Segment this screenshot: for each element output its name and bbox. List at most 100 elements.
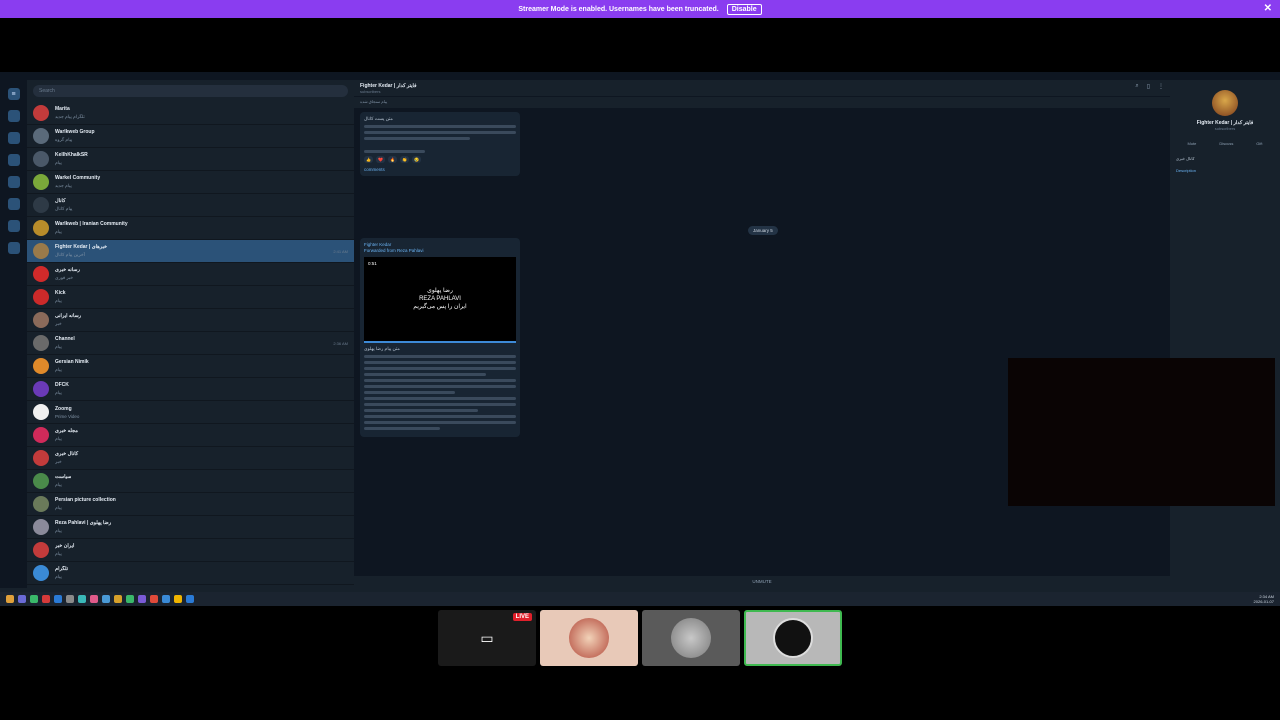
- taskbar-app-icon[interactable]: [78, 595, 86, 603]
- taskbar-app-icon[interactable]: [126, 595, 134, 603]
- chat-avatar: [33, 565, 49, 581]
- forwarded-post[interactable]: Fighter Kedar Forwarded from Reza Pahlav…: [360, 238, 520, 437]
- chat-row[interactable]: Warlkweb Group پیام گروه: [27, 125, 354, 148]
- chat-row[interactable]: Gersian Nimik پیام: [27, 355, 354, 378]
- conversation-pane: Fighter Kedar | فایتر کدار subscribers ⌕…: [354, 80, 1170, 588]
- chat-name: Warlkweb | Iranian Community: [55, 221, 128, 227]
- chat-row[interactable]: Reza Pahlavi | رضا پهلوی پیام: [27, 516, 354, 539]
- screen-share-tile[interactable]: LIVE ▭: [438, 610, 536, 666]
- window-titlebar: [0, 72, 1280, 80]
- folder-icon[interactable]: [7, 132, 20, 144]
- chat-row[interactable]: کانال خبری خبر: [27, 447, 354, 470]
- chat-name: Persian picture collection: [55, 497, 116, 503]
- video-title: رضا پهلوی REZA PAHLAVI ایران را پس می‌گی…: [413, 288, 467, 310]
- chat-row[interactable]: رسانه ایرانی خبر: [27, 309, 354, 332]
- channel-avatar: [1212, 90, 1238, 116]
- comments-link[interactable]: comments: [364, 167, 516, 172]
- taskbar-app-icon[interactable]: [150, 595, 158, 603]
- shared-screen: ≡ Search Marita تلگرام پیام جدید Warlkweb …: [0, 72, 1280, 606]
- video-player[interactable]: 0:51 رضا پهلوی REZA PAHLAVI ایران را پس …: [364, 257, 516, 343]
- reaction-chip[interactable]: 👏: [399, 156, 409, 163]
- taskbar-app-icon[interactable]: [30, 595, 38, 603]
- folder-icon[interactable]: [7, 198, 20, 210]
- taskbar-app-icon[interactable]: [138, 595, 146, 603]
- chat-row[interactable]: ایران خبر پیام: [27, 539, 354, 562]
- chat-avatar: [33, 473, 49, 489]
- taskbar-app-icon[interactable]: [186, 595, 194, 603]
- chat-row[interactable]: سیاست پیام: [27, 470, 354, 493]
- chat-row[interactable]: Zoomg Prime Video: [27, 401, 354, 424]
- text-line: [364, 397, 516, 400]
- more-icon[interactable]: ⋮: [1158, 83, 1164, 93]
- profile-link[interactable]: Description: [1176, 168, 1274, 173]
- chat-avatar: [33, 335, 49, 351]
- taskbar-app-icon[interactable]: [174, 595, 182, 603]
- taskbar-app-icon[interactable]: [90, 595, 98, 603]
- taskbar-app-icon[interactable]: [102, 595, 110, 603]
- taskbar-app-icon[interactable]: [18, 595, 26, 603]
- chat-preview: تلگرام پیام جدید: [55, 114, 85, 119]
- chat-row[interactable]: Warkel Community پیام جدید: [27, 171, 354, 194]
- pinned-message[interactable]: پیام سنجاق شده: [354, 96, 1170, 108]
- unmute-button[interactable]: UNMUTE: [354, 576, 1170, 588]
- chat-avatar: [33, 128, 49, 144]
- disable-button[interactable]: Disable: [726, 3, 762, 15]
- reaction-chip[interactable]: 😢: [411, 156, 421, 163]
- streamer-mode-banner: Streamer Mode is enabled. Usernames have…: [0, 0, 1280, 18]
- taskbar-app-icon[interactable]: [54, 595, 62, 603]
- taskbar-app-icon[interactable]: [42, 595, 50, 603]
- taskbar-app-icon[interactable]: [162, 595, 170, 603]
- chat-avatar: [33, 404, 49, 420]
- chat-avatar: [33, 243, 49, 259]
- taskbar-app-icon[interactable]: [114, 595, 122, 603]
- discuss-button[interactable]: Discuss: [1219, 141, 1233, 146]
- chat-name: KellhKhalkSR: [55, 152, 88, 158]
- close-banner-icon[interactable]: ✕: [1264, 3, 1272, 14]
- chat-row[interactable]: Channel پیام 2:36 AM: [27, 332, 354, 355]
- reaction-chip[interactable]: ❤️: [375, 156, 385, 163]
- folder-icon[interactable]: [7, 242, 20, 254]
- folder-icon[interactable]: [7, 110, 20, 122]
- taskbar-clock[interactable]: 2:34 AM 2026-01-07: [1254, 594, 1274, 604]
- mute-button[interactable]: Mute: [1187, 141, 1196, 146]
- search-icon[interactable]: ⌕: [1135, 83, 1138, 93]
- profile-panel: Fighter Kedar | فایتر کدار subscribers M…: [1170, 80, 1280, 588]
- chat-row[interactable]: Marita تلگرام پیام جدید: [27, 102, 354, 125]
- forwarded-from[interactable]: Forwarded from Reza Pahlavi: [364, 248, 516, 254]
- chat-row[interactable]: تلگرام پیام: [27, 562, 354, 585]
- participant-tile[interactable]: [540, 610, 638, 666]
- menu-icon[interactable]: ≡: [7, 88, 20, 100]
- reaction-chip[interactable]: 👍: [364, 156, 373, 163]
- chat-row[interactable]: Kick پیام: [27, 286, 354, 309]
- chat-name: تلگرام: [55, 566, 69, 572]
- folder-icon[interactable]: [7, 154, 20, 166]
- participant-avatar: [773, 618, 813, 658]
- chat-row[interactable]: Persian picture collection پیام: [27, 493, 354, 516]
- chat-row[interactable]: رسانه خبری خبر فوری: [27, 263, 354, 286]
- folder-icon[interactable]: [7, 220, 20, 232]
- chat-name: Kick: [55, 290, 66, 296]
- sidebar-toggle-icon[interactable]: ▯: [1147, 83, 1150, 93]
- chat-preview: خبر فوری: [55, 275, 74, 280]
- participant-tile[interactable]: [744, 610, 842, 666]
- chat-preview: پیام گروه: [55, 137, 73, 142]
- participant-tile[interactable]: [642, 610, 740, 666]
- folder-icon[interactable]: [7, 176, 20, 188]
- chat-name: کانال خبری: [55, 451, 79, 457]
- chat-row[interactable]: KellhKhalkSR پیام: [27, 148, 354, 171]
- search-input[interactable]: Search: [33, 85, 348, 97]
- taskbar-app-icon[interactable]: [66, 595, 74, 603]
- chat-row[interactable]: کانال پیام کانال: [27, 194, 354, 217]
- gift-button[interactable]: Gift: [1256, 141, 1262, 146]
- chat-preview: پیام: [55, 344, 62, 349]
- chat-avatar: [33, 220, 49, 236]
- chat-avatar: [33, 358, 49, 374]
- taskbar-app-icon[interactable]: [6, 595, 14, 603]
- reaction-chip[interactable]: 🔥: [387, 156, 397, 163]
- chat-row[interactable]: Fighter Kedar | خبرهای آخرین پیام کانال 2:…: [27, 240, 354, 263]
- text-line: [364, 361, 516, 364]
- channel-post[interactable]: متن پست کانال 👍 ❤️ 🔥 👏 😢 comments: [360, 112, 520, 176]
- chat-row[interactable]: مجله خبری پیام: [27, 424, 354, 447]
- chat-row[interactable]: Warlkweb | Iranian Community پیام: [27, 217, 354, 240]
- chat-row[interactable]: DFCK پیام: [27, 378, 354, 401]
